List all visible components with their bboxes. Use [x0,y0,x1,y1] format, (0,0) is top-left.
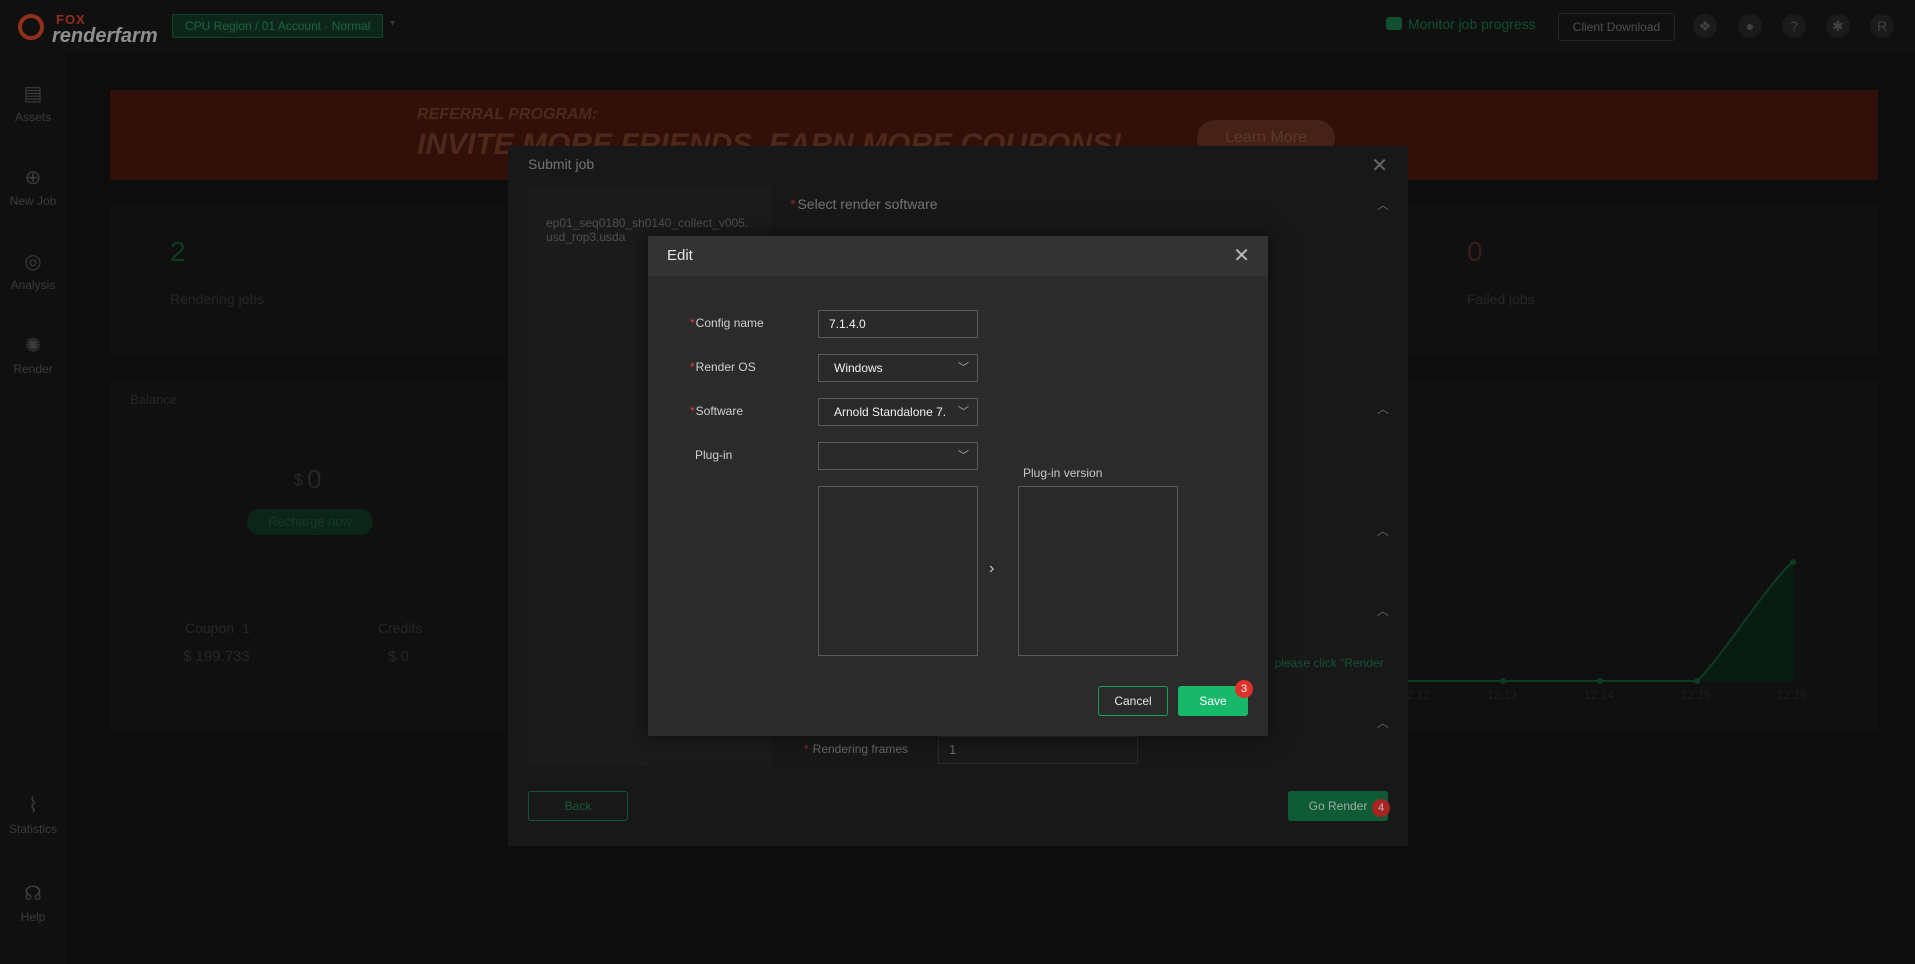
config-name-input[interactable] [818,310,978,338]
plugin-version-label: Plug-in version [1023,466,1103,480]
chevron-right-icon[interactable]: › [989,560,994,578]
plugin-available-list[interactable] [818,486,978,656]
plugin-select[interactable]: ﹀ [818,442,978,470]
cancel-button[interactable]: Cancel [1098,686,1168,716]
config-name-label-text: Config name [695,316,764,330]
close-icon[interactable]: ✕ [1233,246,1250,266]
chevron-down-icon: ﹀ [958,362,969,374]
render-os-select[interactable]: Windows ﹀ [818,354,978,382]
plugin-label: Plug-in [695,448,733,462]
required-mark: * [690,404,695,418]
render-os-value: Windows [834,361,883,375]
software-select[interactable]: Arnold Standalone 7. ﹀ [818,398,978,426]
required-mark: * [690,316,695,330]
edit-dialog: Edit ✕ *Config name *Render OS Windows﹀ … [648,236,1268,736]
render-os-label: *Render OS [690,360,756,374]
app-root: FOX renderfarm CPU Region / 01 Account ·… [0,0,1915,964]
chevron-down-icon: ﹀ [958,406,969,418]
software-label: *Software [690,404,743,418]
required-mark: * [690,360,695,374]
edit-dialog-title: Edit [667,247,693,264]
chevron-down-icon: ﹀ [958,450,969,462]
plugin-version-list[interactable] [1018,486,1178,656]
step-badge: 3 [1235,680,1253,698]
software-label-text: Software [695,404,744,418]
render-os-label-text: Render OS [695,360,756,374]
edit-dialog-header: Edit ✕ [648,236,1268,276]
software-value: Arnold Standalone 7. [834,405,947,419]
config-name-label: *Config name [690,316,764,330]
